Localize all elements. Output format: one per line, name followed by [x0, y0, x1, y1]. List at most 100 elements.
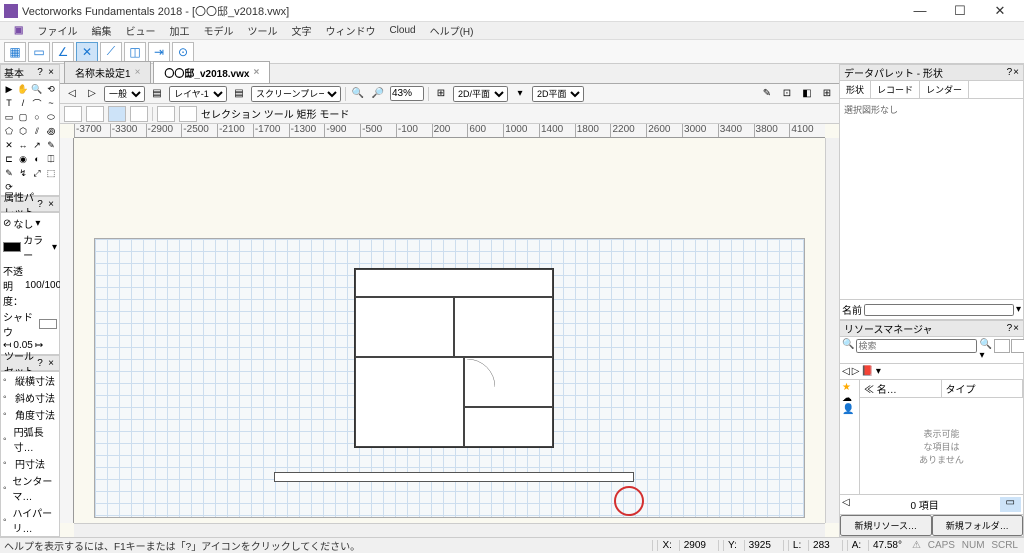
new-resource-button[interactable]: 新規リソース…: [840, 515, 932, 536]
oval-tool[interactable]: ⬭: [44, 110, 58, 124]
palette-help-icon[interactable]: ?: [35, 67, 45, 78]
line-tool[interactable]: /: [16, 96, 30, 110]
palette-close-icon[interactable]: ×: [46, 358, 56, 369]
mode-btn-6[interactable]: [179, 106, 197, 122]
menu-edit[interactable]: 編集: [85, 21, 117, 40]
mode-btn-3[interactable]: [108, 106, 126, 122]
zoom-out-icon[interactable]: 🔍: [350, 86, 366, 102]
section-bar[interactable]: [274, 472, 634, 482]
maximize-button[interactable]: ☐: [940, 1, 980, 21]
callout-tool[interactable]: ↗: [30, 138, 44, 152]
palette-help-icon[interactable]: ?: [35, 199, 45, 210]
search-input[interactable]: [856, 339, 977, 353]
name-options-icon[interactable]: ▾: [1016, 304, 1021, 315]
minimize-button[interactable]: —: [900, 1, 940, 21]
toolset-item[interactable]: ◦ハイパーリ…: [1, 504, 59, 536]
split-tool[interactable]: ⤢: [30, 166, 44, 180]
render-select[interactable]: 2D平面: [532, 86, 584, 102]
res-col-type[interactable]: タイプ: [942, 380, 1024, 397]
rounded-rect-tool[interactable]: ▢: [16, 110, 30, 124]
fill-dropdown[interactable]: ▾: [35, 218, 40, 229]
toolset-item[interactable]: ◦角度寸法: [1, 406, 59, 423]
search-options-icon[interactable]: 🔍▾: [979, 339, 991, 361]
menu-text[interactable]: 文字: [285, 21, 317, 40]
eyedropper-tool[interactable]: ✎: [44, 138, 58, 152]
res-nav-back[interactable]: ◁: [842, 366, 850, 377]
layer-options-icon[interactable]: ▤: [231, 86, 247, 102]
wall-tool[interactable]: ⊏: [2, 152, 16, 166]
doc-tab-untitled[interactable]: 名称未設定1×: [64, 61, 151, 83]
toolset-item[interactable]: ◦縦横寸法: [1, 372, 59, 389]
freehand-tool[interactable]: ~: [44, 96, 58, 110]
circle-tool[interactable]: ○: [30, 110, 44, 124]
name-field[interactable]: [864, 304, 1014, 316]
layer-select[interactable]: レイヤ-1: [169, 86, 227, 102]
tool-icon-2[interactable]: ⊡: [779, 86, 795, 102]
nav-fwd-button[interactable]: ▷: [84, 86, 100, 102]
palette-help-icon[interactable]: ?: [1007, 323, 1013, 334]
locus-tool[interactable]: ✕: [2, 138, 16, 152]
mode-btn-4[interactable]: [130, 106, 148, 122]
scrollbar-vertical[interactable]: [825, 138, 839, 523]
snap-grid-button[interactable]: ▦: [4, 42, 26, 62]
mirror-tool[interactable]: ⎅: [44, 152, 58, 166]
snap-object-button[interactable]: ▭: [28, 42, 50, 62]
pan-tool[interactable]: ✋: [16, 82, 30, 96]
app-menu-icon[interactable]: ▣: [8, 23, 29, 38]
palette-help-icon[interactable]: ?: [1007, 67, 1013, 78]
clip-tool[interactable]: ⬚: [44, 166, 58, 180]
toolset-item[interactable]: ◦斜め寸法: [1, 389, 59, 406]
tab-close-icon[interactable]: ×: [253, 67, 259, 78]
res-scroll-left[interactable]: ◁: [842, 497, 850, 512]
double-line-tool[interactable]: ⫽: [30, 124, 44, 138]
star-icon[interactable]: ★: [842, 382, 857, 393]
new-folder-button[interactable]: 新規フォルダ…: [932, 515, 1024, 536]
plane-select[interactable]: スクリーンプレーン: [251, 86, 341, 102]
fit-page-icon[interactable]: ⊞: [433, 86, 449, 102]
view-thumb-button[interactable]: [994, 339, 1010, 353]
menu-modify[interactable]: 加工: [163, 21, 195, 40]
visibility-tool[interactable]: ◐: [30, 152, 44, 166]
palette-close-icon[interactable]: ×: [1013, 67, 1019, 78]
text-tool[interactable]: T: [2, 96, 16, 110]
menu-model[interactable]: モデル: [197, 21, 239, 40]
scrollbar-horizontal[interactable]: [74, 523, 825, 537]
pen-dropdown[interactable]: ▾: [52, 242, 57, 253]
res-nav-fwd[interactable]: ▷: [852, 366, 860, 377]
line-end-icon[interactable]: ↦: [35, 340, 43, 351]
toolset-item[interactable]: ◦円寸法: [1, 455, 59, 472]
dim-tool[interactable]: ↔: [16, 138, 30, 152]
view-list-button[interactable]: [1011, 339, 1024, 353]
res-dropdown[interactable]: ▾: [876, 366, 881, 377]
menu-tools[interactable]: ツール: [241, 21, 283, 40]
shadow-swatch[interactable]: [39, 319, 57, 329]
tool-icon-3[interactable]: ◧: [799, 86, 815, 102]
attr-tool[interactable]: ✎: [2, 166, 16, 180]
res-col-name[interactable]: ≪ 名…: [860, 380, 942, 397]
snap-edge-button[interactable]: ◫: [124, 42, 146, 62]
doc-tab-active[interactable]: 〇〇邸_v2018.vwx×: [153, 61, 270, 83]
fill-none-icon[interactable]: ⊘: [3, 218, 11, 229]
tab-close-icon[interactable]: ×: [135, 67, 141, 78]
snap-intersect-button[interactable]: ✕: [76, 42, 98, 62]
polyline-tool[interactable]: ⬡: [16, 124, 30, 138]
zoom-field[interactable]: [390, 86, 424, 101]
menu-view[interactable]: ビュー: [119, 21, 161, 40]
close-button[interactable]: ✕: [980, 1, 1020, 21]
class-options-icon[interactable]: ▤: [149, 86, 165, 102]
snap-angle-button[interactable]: ∠: [52, 42, 74, 62]
res-book-icon[interactable]: 📕: [861, 366, 873, 377]
rect-tool[interactable]: ▭: [2, 110, 16, 124]
menu-cloud[interactable]: Cloud: [383, 23, 421, 38]
snap-tangent-button[interactable]: ⊙: [172, 42, 194, 62]
zoom-in-icon[interactable]: 🔎: [370, 86, 386, 102]
data-tab-record[interactable]: レコード: [871, 81, 920, 98]
selection-tool[interactable]: ▶: [2, 82, 16, 96]
spiral-tool[interactable]: ꩜: [44, 124, 58, 138]
mode-btn-1[interactable]: [64, 106, 82, 122]
polygon-tool[interactable]: ⬠: [2, 124, 16, 138]
res-tree[interactable]: ★ ☁ 👤: [840, 380, 860, 494]
palette-help-icon[interactable]: ?: [35, 358, 45, 369]
cloud-icon[interactable]: ☁: [842, 393, 857, 404]
snap-smart-button[interactable]: ⟋: [100, 42, 122, 62]
